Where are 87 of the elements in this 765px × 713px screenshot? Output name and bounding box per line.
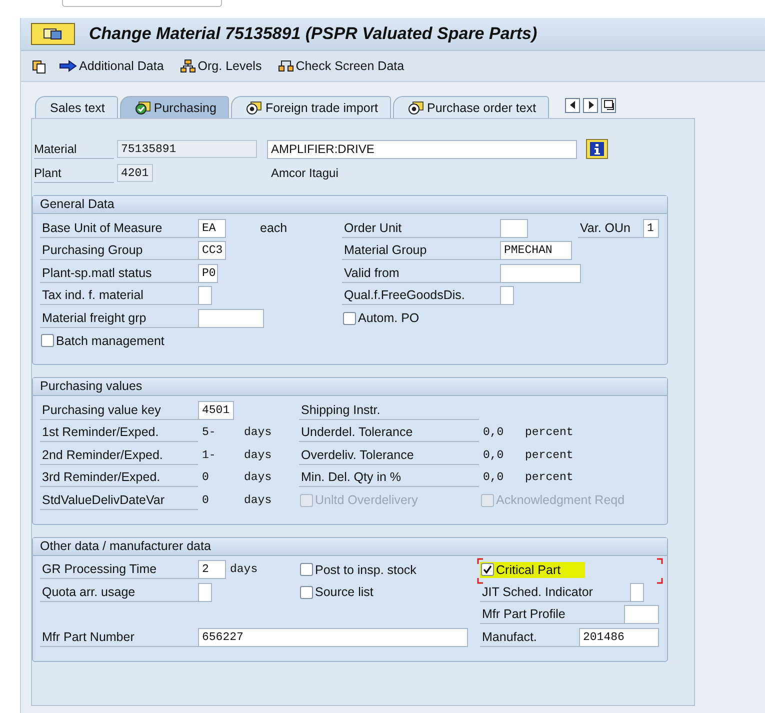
value-text: 0 xyxy=(201,471,210,484)
field-label: StdValueDelivDateVar xyxy=(40,490,198,510)
input-field[interactable] xyxy=(198,308,264,328)
structure-icon xyxy=(278,59,294,73)
toolbar-button[interactable]: Check Screen Data xyxy=(274,59,408,73)
input-field[interactable]: 4501 xyxy=(198,400,234,420)
field-label: 3rd Reminder/Exped. xyxy=(40,468,198,488)
checkbox[interactable] xyxy=(41,334,54,348)
value-text: 0,0 xyxy=(482,471,505,484)
unit-text: percent xyxy=(525,471,574,484)
group-title: Other data / manufacturer data xyxy=(33,538,667,556)
value-text: 0,0 xyxy=(482,426,505,440)
right-arrow-icon xyxy=(588,101,594,109)
scroll-right-button[interactable] xyxy=(583,98,598,112)
field-label: 2nd Reminder/Exped. xyxy=(40,446,198,465)
unit-text: days xyxy=(244,448,272,462)
checkbox-label: Acknowledgment Reqd xyxy=(496,493,625,508)
input-field[interactable] xyxy=(500,218,528,238)
hierarchy-icon xyxy=(180,59,196,73)
checkbox-label: Batch management xyxy=(56,334,164,348)
checkbox-label: Unltd Overdelivery xyxy=(315,493,418,508)
input-field[interactable] xyxy=(198,286,212,306)
input-field[interactable] xyxy=(630,582,644,602)
screen-icon xyxy=(42,27,64,41)
unit-text: percent xyxy=(525,448,574,462)
check-icon xyxy=(134,100,151,114)
input-field[interactable] xyxy=(500,264,581,283)
field-label: Shipping Instr. xyxy=(299,400,479,420)
arrow-right-icon xyxy=(59,60,77,72)
checkbox[interactable] xyxy=(300,563,313,576)
unit-text: each xyxy=(260,221,288,236)
checkbox-label: Post to insp. stock xyxy=(315,562,416,577)
input-field[interactable]: EA xyxy=(198,218,226,238)
menu-button[interactable] xyxy=(31,23,75,45)
tab[interactable]: Purchase order text xyxy=(393,96,550,118)
window-title: Change Material 75135891 (PSPR Valuated Spare Parts) xyxy=(89,24,538,44)
plant-name: Amcor Itagui xyxy=(271,166,338,180)
field-label: Plant xyxy=(34,164,114,182)
field-label: Min. Del. Qty in % xyxy=(299,468,479,488)
value-text: 5- xyxy=(201,426,217,440)
input-field[interactable]: 1 xyxy=(643,218,659,238)
input-field[interactable] xyxy=(198,582,212,602)
toolbar-button[interactable]: Additional Data xyxy=(55,59,168,73)
field-label: Material xyxy=(34,140,114,158)
checkbox-label: Source list xyxy=(315,585,374,600)
input-field[interactable]: 2 xyxy=(198,560,226,580)
unit-text: days xyxy=(244,426,272,440)
document-icon[interactable] xyxy=(31,58,47,74)
unit-text: days xyxy=(244,471,272,484)
checkbox-label: Autom. PO xyxy=(358,311,420,326)
scroll-left-button[interactable] xyxy=(565,98,580,112)
plant-field: 4201 xyxy=(117,164,153,182)
tab-list-button[interactable] xyxy=(601,98,616,112)
value-text: 1- xyxy=(201,448,217,462)
group-title: General Data xyxy=(33,196,667,214)
material-number-field: 75135891 xyxy=(117,140,257,158)
checkbox-label: Critical Part xyxy=(496,562,561,577)
group-title: Purchasing values xyxy=(33,378,667,396)
field-label: 1st Reminder/Exped. xyxy=(40,423,198,442)
input-field[interactable]: P0 xyxy=(198,264,218,283)
tab[interactable]: Purchasing xyxy=(120,96,230,118)
checkbox[interactable] xyxy=(300,586,313,599)
description-field[interactable]: AMPLIFIER:DRIVE xyxy=(267,140,577,158)
toolbar-button[interactable]: Org. Levels xyxy=(176,59,266,73)
field-label: Underdel. Tolerance xyxy=(299,423,479,442)
field-label: Overdeliv. Tolerance xyxy=(299,446,479,465)
value-text: 0 xyxy=(201,494,210,507)
input-field[interactable]: PMECHAN xyxy=(500,241,572,260)
input-field[interactable]: 201486 xyxy=(579,628,659,647)
tab[interactable]: Sales text xyxy=(35,96,118,118)
info-icon xyxy=(590,142,604,156)
list-icon xyxy=(604,100,614,110)
unit-text: days xyxy=(244,494,272,507)
checkbox[interactable] xyxy=(481,563,494,576)
input-field[interactable]: CC3 xyxy=(198,241,226,260)
radio-icon xyxy=(408,100,424,114)
input-field[interactable] xyxy=(500,286,514,306)
checkbox[interactable] xyxy=(343,312,356,325)
tab[interactable]: Foreign trade import xyxy=(231,96,391,118)
info-button[interactable] xyxy=(586,139,608,159)
left-arrow-icon xyxy=(570,101,576,109)
radio-icon xyxy=(246,100,262,114)
unit-text: days xyxy=(230,563,258,576)
value-text: 0,0 xyxy=(482,448,505,462)
input-field[interactable] xyxy=(624,605,659,624)
input-field[interactable]: 656227 xyxy=(198,628,468,647)
unit-text: percent xyxy=(525,426,574,440)
